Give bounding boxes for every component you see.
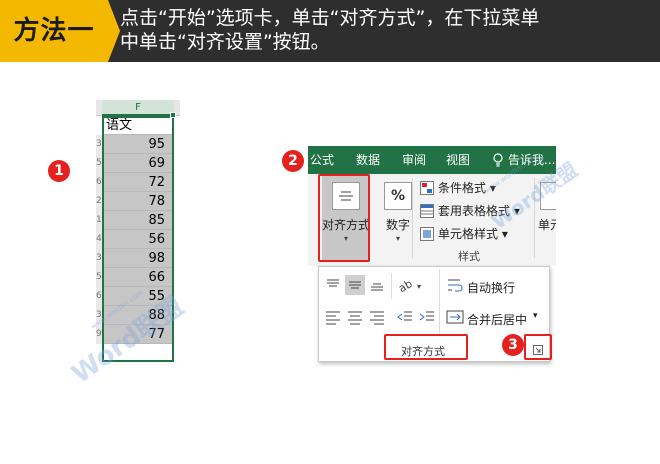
tab-formulas[interactable]: 公式 [310, 146, 334, 174]
cell-styles-icon [420, 227, 434, 241]
align-center-icon [332, 182, 360, 210]
instruction-line-1: 点击“开始”选项卡，单击“对齐方式”，在下拉菜单 [120, 7, 540, 29]
column-header-f[interactable]: F [102, 100, 174, 116]
align-center-icon[interactable] [345, 307, 365, 327]
panel-divider [439, 269, 440, 335]
score-cell[interactable]: 66 [102, 268, 174, 287]
step-badge-3: 3 [502, 334, 524, 356]
align-top-icon[interactable] [323, 275, 343, 295]
cells-button-label: 单元 [538, 218, 556, 232]
number-button-label: 数字 [385, 218, 410, 232]
score-cell[interactable]: 85 [102, 211, 174, 230]
tab-data[interactable]: 数据 [356, 146, 380, 174]
table-format-icon [420, 204, 434, 218]
svg-text:▾: ▾ [417, 282, 421, 291]
decrease-indent-icon[interactable] [395, 307, 415, 327]
merge-center-icon [446, 310, 464, 324]
number-button[interactable]: % 数字 ▾ [374, 176, 422, 262]
column-header-bar: F [96, 100, 180, 116]
chevron-down-icon[interactable]: ▾ [533, 311, 538, 321]
score-cell[interactable]: 98 [102, 249, 174, 268]
alignment-button-label: 对齐方式 [322, 218, 371, 232]
score-cell[interactable]: 78 [102, 192, 174, 211]
header-cell[interactable]: 语文 [102, 116, 174, 135]
alignment-group-label: 对齐方式 [401, 345, 445, 358]
fill-handle[interactable] [170, 112, 176, 118]
percent-icon: % [384, 182, 412, 210]
tutorial-page: 方法一 点击“开始”选项卡，单击“对齐方式”，在下拉菜单 中单击“对齐设置”按钮… [0, 0, 660, 464]
align-right-icon[interactable] [367, 307, 387, 327]
method-tag-arrow [108, 0, 120, 62]
styles-group-label: 样式 [458, 250, 480, 263]
dialog-launcher-icon[interactable] [533, 345, 543, 355]
panel-divider [391, 273, 392, 299]
step-badge-2: 2 [282, 150, 304, 172]
align-middle-icon[interactable] [345, 275, 365, 295]
group-divider [412, 178, 413, 258]
instruction-text: 点击“开始”选项卡，单击“对齐方式”，在下拉菜单 中单击“对齐设置”按钮。 [120, 6, 656, 54]
step-badge-1: 1 [48, 160, 70, 182]
wrap-text-button[interactable]: 自动换行 [467, 279, 515, 296]
score-cell[interactable]: 95 [102, 135, 174, 154]
chevron-down-icon: ▾ [343, 234, 348, 243]
tab-view[interactable]: 视图 [446, 146, 470, 174]
align-left-icon[interactable] [323, 307, 343, 327]
method-tag: 方法一 [0, 0, 108, 62]
svg-text:ab: ab [397, 277, 415, 295]
align-bottom-icon[interactable] [367, 275, 387, 295]
lightbulb-icon [493, 153, 503, 167]
orientation-icon[interactable]: ab ▾ [397, 275, 425, 295]
conditional-format-icon [420, 181, 434, 195]
alignment-button[interactable]: 对齐方式 ▾ [322, 176, 370, 262]
tab-review[interactable]: 审阅 [402, 146, 426, 174]
merge-center-button[interactable]: 合并后居中 [467, 311, 527, 328]
increase-indent-icon[interactable] [417, 307, 437, 327]
chevron-down-icon: ▾ [395, 234, 400, 243]
score-cell[interactable]: 56 [102, 230, 174, 249]
instruction-line-2: 中单击“对齐设置”按钮。 [120, 31, 330, 53]
wrap-text-icon [448, 279, 463, 292]
score-cell[interactable]: 69 [102, 154, 174, 173]
instruction-banner: 方法一 点击“开始”选项卡，单击“对齐方式”，在下拉菜单 中单击“对齐设置”按钮… [0, 0, 660, 62]
score-cell[interactable]: 72 [102, 173, 174, 192]
